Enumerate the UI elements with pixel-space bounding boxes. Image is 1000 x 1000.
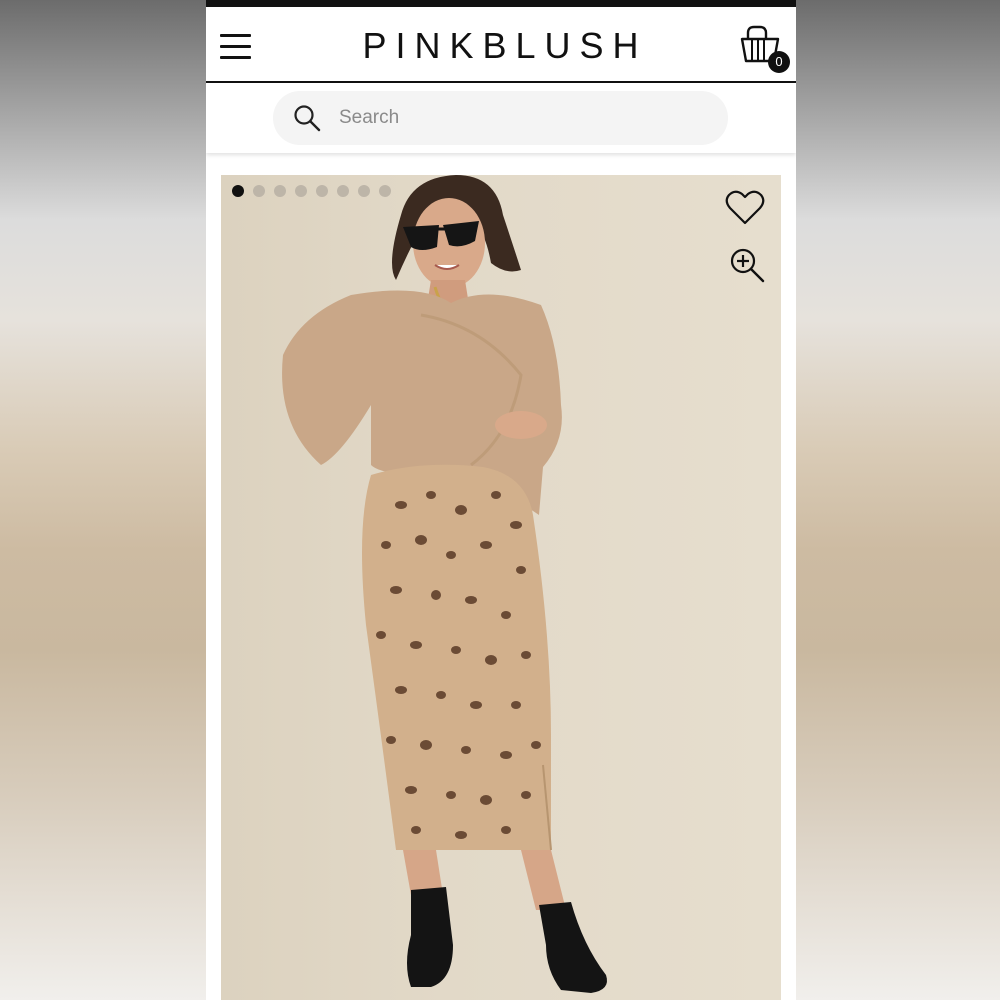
gallery-dot-2[interactable] bbox=[253, 185, 265, 197]
search-input[interactable] bbox=[337, 106, 701, 130]
blurred-background-right bbox=[796, 0, 1000, 1000]
brand-logo[interactable]: PINKBLUSH bbox=[206, 25, 796, 67]
gallery-dot-5[interactable] bbox=[316, 185, 328, 197]
gallery-dot-8[interactable] bbox=[379, 185, 391, 197]
search-section bbox=[206, 83, 796, 153]
search-icon[interactable] bbox=[293, 104, 321, 132]
blurred-background-left bbox=[0, 0, 206, 1000]
gallery-dot-6[interactable] bbox=[337, 185, 349, 197]
gallery-dot-1[interactable] bbox=[232, 185, 244, 197]
gallery-pagination bbox=[232, 185, 391, 197]
gallery-dot-3[interactable] bbox=[274, 185, 286, 197]
cart-button[interactable]: 0 bbox=[738, 25, 792, 73]
site-header: PINKBLUSH 0 bbox=[206, 7, 796, 83]
product-photo bbox=[282, 175, 607, 993]
heart-icon[interactable] bbox=[725, 189, 765, 227]
mobile-screen: PINKBLUSH 0 bbox=[206, 0, 796, 1000]
gallery-dot-4[interactable] bbox=[295, 185, 307, 197]
gallery-dot-7[interactable] bbox=[358, 185, 370, 197]
product-image-gallery[interactable] bbox=[221, 175, 781, 1000]
search-bar[interactable] bbox=[273, 91, 728, 145]
zoom-in-icon[interactable] bbox=[729, 247, 765, 283]
cart-count-badge: 0 bbox=[768, 51, 790, 73]
status-bar bbox=[206, 0, 796, 7]
